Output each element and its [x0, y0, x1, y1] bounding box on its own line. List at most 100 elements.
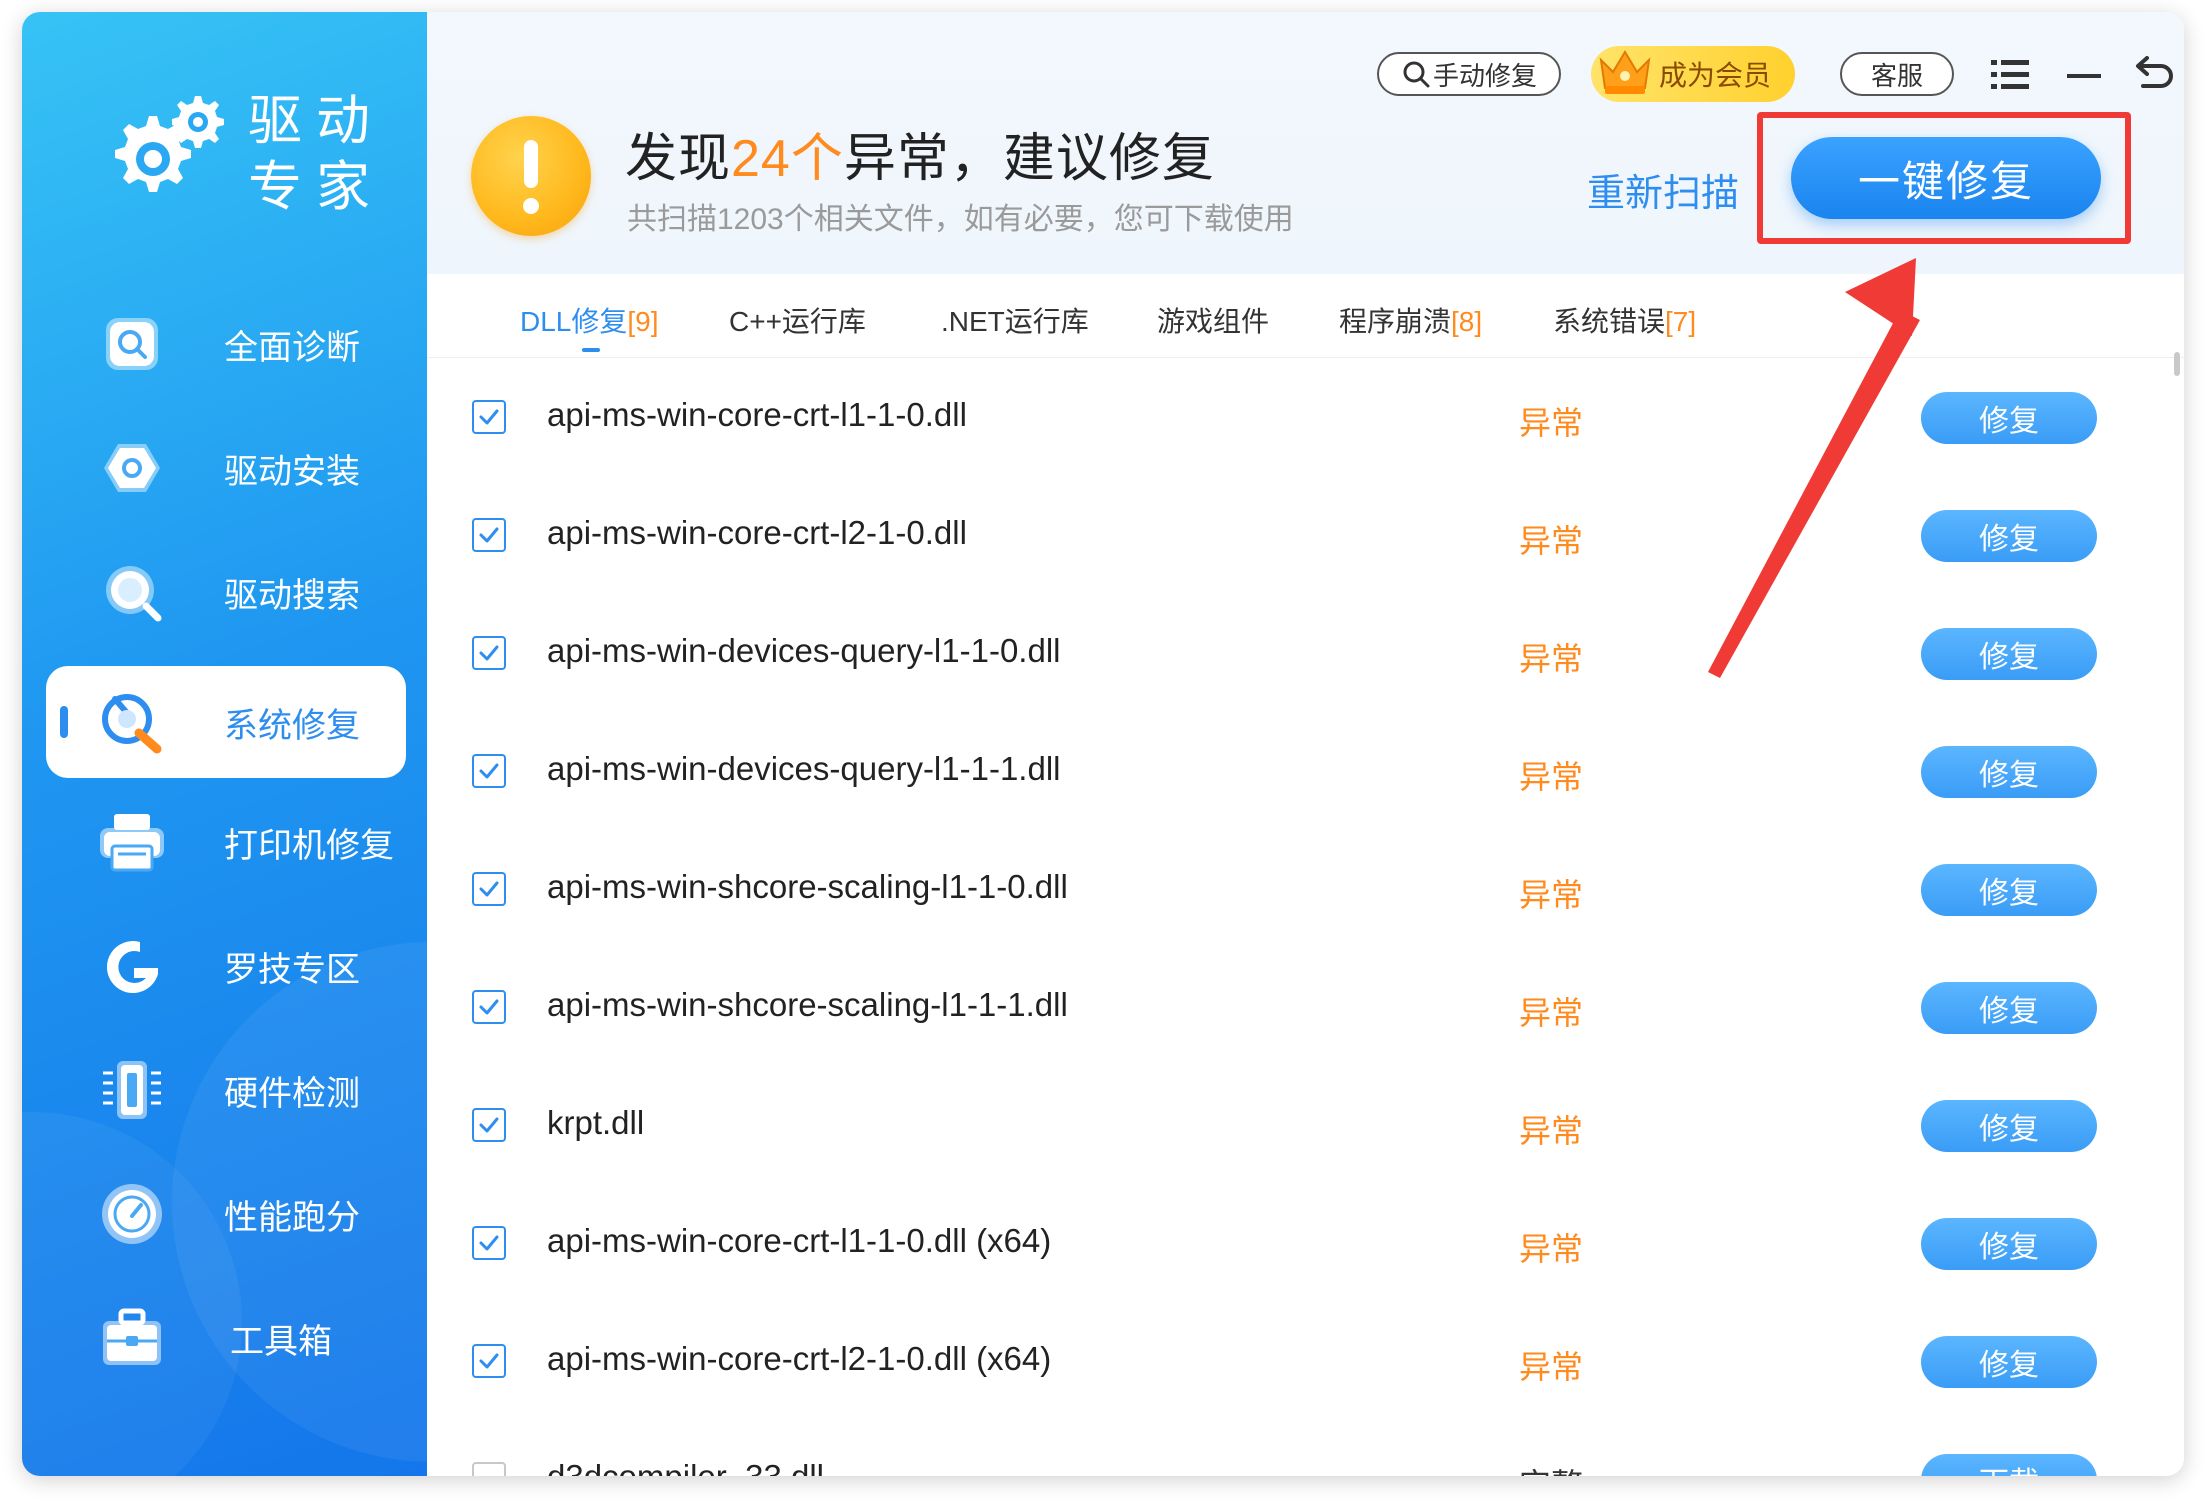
title-suffix: 异常，建议修复 [843, 130, 1215, 188]
tab-label: C++运行库 [729, 306, 866, 337]
sidebar-item-label: 硬件检测 [224, 1074, 360, 1113]
repair-button[interactable]: 修复 [1921, 392, 2097, 444]
row-checkbox[interactable] [472, 1108, 506, 1142]
row-checkbox[interactable] [472, 990, 506, 1024]
file-status: 异常 [1519, 1231, 1584, 1267]
search-icon [1403, 61, 1430, 88]
tab-game-components[interactable]: 游戏组件 [1157, 300, 1269, 340]
magnifier-icon [98, 558, 166, 626]
anomaly-count: 24个 [731, 130, 844, 188]
table-row: api-ms-win-core-crt-l1-1-0.dll (x64) 异常 修复 [427, 1184, 2154, 1302]
sidebar-item-label: 罗技专区 [224, 950, 360, 989]
table-row: api-ms-win-core-crt-l2-1-0.dll 异常 修复 [427, 476, 2154, 594]
repair-button[interactable]: 修复 [1921, 1336, 2097, 1388]
scrollbar[interactable] [2174, 352, 2180, 376]
file-name: api-ms-win-shcore-scaling-l1-1-0.dll [547, 868, 1068, 905]
repair-button[interactable]: 修复 [1921, 510, 2097, 562]
active-indicator [60, 706, 68, 738]
sidebar-item-system-repair[interactable]: 系统修复 [46, 666, 406, 778]
file-name: d3dcompiler_33.dll [547, 1458, 824, 1476]
repair-button[interactable]: 修复 [1921, 628, 2097, 680]
tab-dotnet-runtime[interactable]: .NET运行库 [941, 300, 1089, 340]
table-row: api-ms-win-core-crt-l1-1-0.dll 异常 修复 [427, 358, 2154, 476]
sidebar-item-label: 驱动安装 [224, 452, 360, 491]
sidebar-item-logitech[interactable]: 罗技专区 [46, 910, 406, 1022]
wrench-icon [98, 688, 166, 756]
repair-button[interactable]: 修复 [1921, 1100, 2097, 1152]
tab-program-crash[interactable]: 程序崩溃[8] [1339, 300, 1482, 340]
file-status: 完整 [1519, 1460, 1583, 1476]
sidebar: 驱动 专家 全面诊断 驱动安装 驱动搜索 系统修复 打印机修复 罗技专区 硬件检… [22, 12, 427, 1476]
one-click-fix-button[interactable]: 一键修复 [1791, 137, 2101, 219]
tab-label: 系统错误 [1553, 306, 1666, 337]
manual-fix-label: 手动修复 [1432, 60, 1537, 91]
gears-logo-icon [115, 96, 224, 192]
file-name: api-ms-win-devices-query-l1-1-1.dll [547, 750, 1061, 787]
file-name: api-ms-win-core-crt-l2-1-0.dll (x64) [547, 1340, 1052, 1377]
sidebar-item-toolbox[interactable]: 工具箱 [46, 1282, 406, 1394]
tab-dll-repair[interactable]: DLL修复[9] [520, 300, 659, 340]
row-checkbox[interactable] [472, 754, 506, 788]
repair-button[interactable]: 修复 [1921, 864, 2097, 916]
row-checkbox[interactable] [472, 1344, 506, 1378]
file-name: api-ms-win-core-crt-l1-1-0.dll (x64) [547, 1222, 1052, 1259]
sidebar-item-driver-install[interactable]: 驱动安装 [46, 412, 406, 524]
logitech-icon [98, 932, 166, 1000]
table-row: api-ms-win-core-crt-l2-1-0.dll (x64) 异常 修复 [427, 1302, 2154, 1420]
crown-icon [1599, 50, 1651, 94]
file-status: 异常 [1519, 877, 1584, 913]
row-checkbox[interactable] [472, 872, 506, 906]
sidebar-item-label: 性能跑分 [224, 1198, 360, 1237]
category-tabs: DLL修复[9] C++运行库 .NET运行库 游戏组件 程序崩溃[8] 系统错… [427, 274, 2184, 358]
file-status: 异常 [1519, 523, 1584, 559]
checkmark-icon [479, 1235, 499, 1251]
minimize-icon[interactable] [2061, 52, 2107, 98]
repair-button[interactable]: 修复 [1921, 1218, 2097, 1270]
row-checkbox[interactable] [472, 1462, 506, 1476]
checkmark-icon [479, 645, 499, 661]
tab-label: 游戏组件 [1157, 306, 1270, 337]
app-name-line1: 驱动 [248, 91, 384, 151]
customer-service-label: 客服 [1870, 60, 1923, 91]
table-row: api-ms-win-devices-query-l1-1-0.dll 异常 修复 [427, 594, 2154, 712]
sidebar-item-hardware-check[interactable]: 硬件检测 [46, 1034, 406, 1146]
checkmark-icon [479, 1117, 499, 1133]
checkmark-icon [479, 527, 499, 543]
tab-label: 程序崩溃 [1339, 306, 1452, 337]
sidebar-item-full-diagnosis[interactable]: 全面诊断 [46, 288, 406, 400]
file-name: api-ms-win-core-crt-l1-1-0.dll [547, 396, 967, 433]
chip-icon [98, 1056, 166, 1124]
checkmark-icon [479, 881, 499, 897]
download-button[interactable]: 下载 [1921, 1454, 2097, 1476]
sidebar-item-benchmark[interactable]: 性能跑分 [46, 1158, 406, 1270]
become-member-label: 成为会员 [1659, 60, 1772, 91]
repair-button[interactable]: 修复 [1921, 982, 2097, 1034]
row-checkbox[interactable] [472, 1226, 506, 1260]
title-prefix: 发现 [625, 130, 732, 188]
back-icon[interactable] [2127, 52, 2173, 98]
scan-result-title: 发现24个异常，建议修复 [625, 116, 1215, 191]
file-name: krpt.dll [547, 1104, 645, 1141]
file-status: 异常 [1519, 1113, 1584, 1149]
sidebar-item-driver-search[interactable]: 驱动搜索 [46, 536, 406, 648]
warning-icon [471, 116, 591, 236]
manual-fix-button[interactable]: 手动修复 [1377, 52, 1561, 96]
sidebar-item-label: 打印机修复 [224, 826, 394, 865]
file-status: 异常 [1519, 1349, 1584, 1385]
tab-cpp-runtime[interactable]: C++运行库 [729, 300, 866, 340]
customer-service-button[interactable]: 客服 [1840, 52, 1954, 96]
row-checkbox[interactable] [472, 518, 506, 552]
row-checkbox[interactable] [472, 400, 506, 434]
table-row: api-ms-win-shcore-scaling-l1-1-0.dll 异常 修复 [427, 830, 2154, 948]
rescan-link[interactable]: 重新扫描 [1587, 162, 1739, 217]
row-checkbox[interactable] [472, 636, 506, 670]
tab-system-errors[interactable]: 系统错误[7] [1553, 300, 1696, 340]
sidebar-item-printer-repair[interactable]: 打印机修复 [46, 786, 406, 898]
file-status: 异常 [1519, 405, 1584, 441]
table-row: krpt.dll 异常 修复 [427, 1066, 2154, 1184]
become-member-button[interactable]: 成为会员 [1591, 46, 1795, 102]
menu-icon[interactable] [1987, 52, 2033, 98]
tab-label: DLL修复 [520, 306, 628, 337]
file-status: 异常 [1519, 641, 1584, 677]
repair-button[interactable]: 修复 [1921, 746, 2097, 798]
